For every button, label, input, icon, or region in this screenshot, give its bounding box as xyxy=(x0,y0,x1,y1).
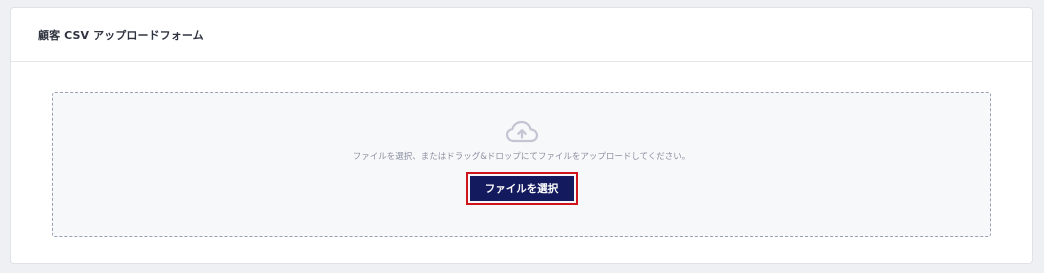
card-header: 顧客 CSV アップロードフォーム xyxy=(11,8,1032,62)
card-title: 顧客 CSV アップロードフォーム xyxy=(38,28,204,42)
cloud-upload-icon xyxy=(505,120,538,143)
csv-upload-card: 顧客 CSV アップロードフォーム ファイルを選択、またはドラッグ&ドロップにて… xyxy=(10,7,1033,264)
dropzone-instruction: ファイルを選択、またはドラッグ&ドロップにてファイルをアップロードしてください。 xyxy=(352,152,691,162)
file-dropzone[interactable]: ファイルを選択、またはドラッグ&ドロップにてファイルをアップロードしてください。… xyxy=(52,92,991,237)
select-file-button[interactable]: ファイルを選択 xyxy=(469,176,574,201)
select-button-highlight: ファイルを選択 xyxy=(465,172,578,205)
